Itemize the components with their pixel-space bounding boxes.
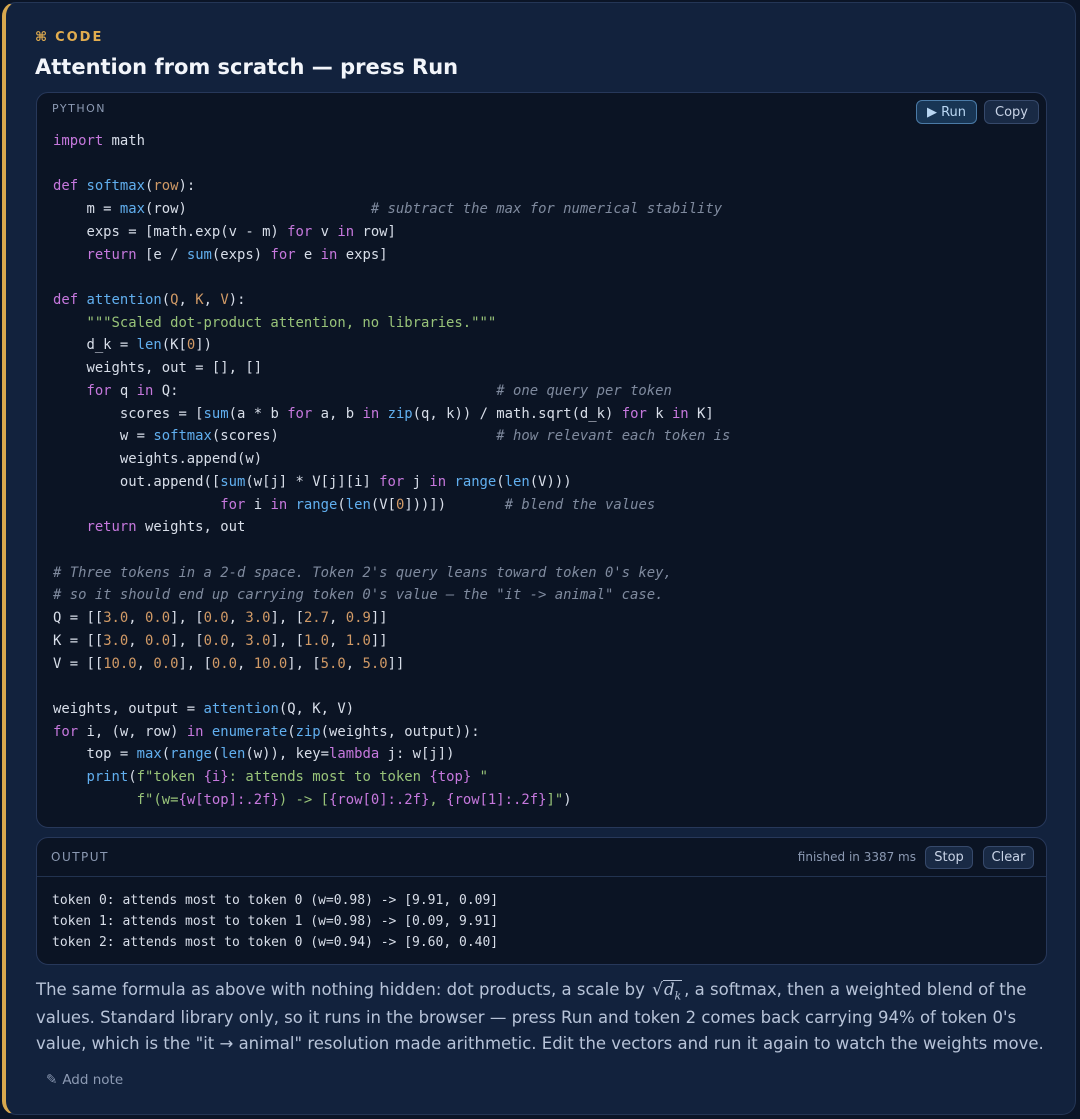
code-line: return [e / sum(exps) for e in exps]	[86, 246, 388, 263]
output-panel: OUTPUT finished in 3387 ms Stop Clear to…	[36, 837, 1047, 965]
code-line: ​	[53, 153, 730, 176]
code-line: for i, (w, row) in enumerate(zip(weights…	[53, 723, 480, 740]
prose-part-1: The same formula as above with nothing h…	[36, 980, 651, 999]
code-line: for q in Q: # one query per token	[86, 382, 672, 399]
code-line: m = max(row) # subtract the max for nume…	[53, 201, 723, 218]
code-line: scores = [sum(a * b for a, b in zip(q, k…	[53, 405, 714, 422]
eyebrow-label: CODE	[55, 30, 104, 45]
add-note-label: Add note	[62, 1072, 124, 1088]
code-line: out.append([sum(w[j] * V[j][i] for j in …	[53, 473, 572, 490]
stop-button[interactable]: Stop	[925, 846, 973, 869]
code-editor[interactable]: import math ​ def softmax(row): m = max(ro…	[53, 130, 730, 812]
formula-sub: k	[674, 989, 682, 1003]
section-eyebrow: ⌘ CODE	[35, 30, 103, 45]
code-panel: PYTHON ▶ Run Copy import math ​ def softma…	[36, 92, 1047, 828]
code-line: weights.append(w)	[53, 451, 263, 468]
command-icon: ⌘	[35, 30, 50, 45]
output-line: token 2: attends most to token 0 (w=0.94…	[52, 935, 499, 950]
code-line: top = max(range(len(w)), key=lambda j: w…	[53, 746, 455, 763]
code-line: ​	[53, 266, 730, 289]
radicand: dk	[662, 980, 683, 1005]
add-note-button[interactable]: ✎ Add note	[46, 1072, 123, 1088]
code-line: exps = [math.exp(v - m) for v in row]	[53, 223, 396, 240]
output-header: OUTPUT finished in 3387 ms Stop Clear	[37, 838, 1046, 877]
code-line: for i in range(len(V[0]))]) # blend the …	[220, 496, 656, 513]
output-line: token 1: attends most to token 1 (w=0.98…	[52, 914, 499, 929]
output-label: OUTPUT	[51, 850, 109, 864]
code-line: import math	[53, 133, 146, 149]
code-line: d_k = len(K[0])	[53, 337, 212, 354]
explanation-text: The same formula as above with nothing h…	[36, 977, 1056, 1057]
card-title: Attention from scratch — press Run	[35, 55, 459, 79]
code-line: def attention(Q, K, V):	[53, 292, 246, 309]
code-line: ​	[53, 539, 730, 562]
clear-button[interactable]: Clear	[983, 846, 1034, 869]
sqrt-dk-formula: √dk	[652, 977, 683, 1005]
code-line: # Three tokens in a 2-d space. Token 2's…	[53, 564, 672, 581]
code-line: V = [[10.0, 0.0], [0.0, 10.0], [5.0, 5.0…	[53, 655, 405, 672]
code-line: return weights, out	[86, 519, 246, 536]
code-line: weights, out = [], []	[53, 360, 263, 377]
code-line: # so it should end up carrying token 0's…	[53, 587, 664, 604]
copy-button[interactable]: Copy	[984, 100, 1039, 124]
code-line: weights, output = attention(Q, K, V)	[53, 700, 355, 717]
formula-var: d	[663, 980, 675, 999]
code-line: """Scaled dot-product attention, no libr…	[86, 314, 497, 331]
run-status: finished in 3387 ms	[797, 850, 916, 864]
code-line: Q = [[3.0, 0.0], [0.0, 3.0], [2.7, 0.9]]	[53, 610, 388, 627]
pencil-icon: ✎	[46, 1072, 58, 1088]
code-line: f"(w={w[top]:.2f}) -> [{row[0]:.2f}, {ro…	[136, 791, 572, 808]
code-line: w = softmax(scores) # how relevant each …	[53, 428, 731, 445]
code-line: def softmax(row):	[53, 178, 196, 195]
language-label: PYTHON	[52, 102, 106, 115]
code-line: print(f"token {i}: attends most to token…	[86, 769, 488, 786]
output-line: token 0: attends most to token 0 (w=0.98…	[52, 893, 499, 908]
run-button[interactable]: ▶ Run	[916, 100, 977, 124]
code-card: ⌘ CODE Attention from scratch — press Run…	[2, 2, 1076, 1115]
radical-sign: √	[652, 980, 663, 1000]
code-line: ​	[53, 675, 730, 698]
code-line: K = [[3.0, 0.0], [0.0, 3.0], [1.0, 1.0]]	[53, 632, 388, 649]
output-console: token 0: attends most to token 0 (w=0.98…	[52, 890, 498, 953]
